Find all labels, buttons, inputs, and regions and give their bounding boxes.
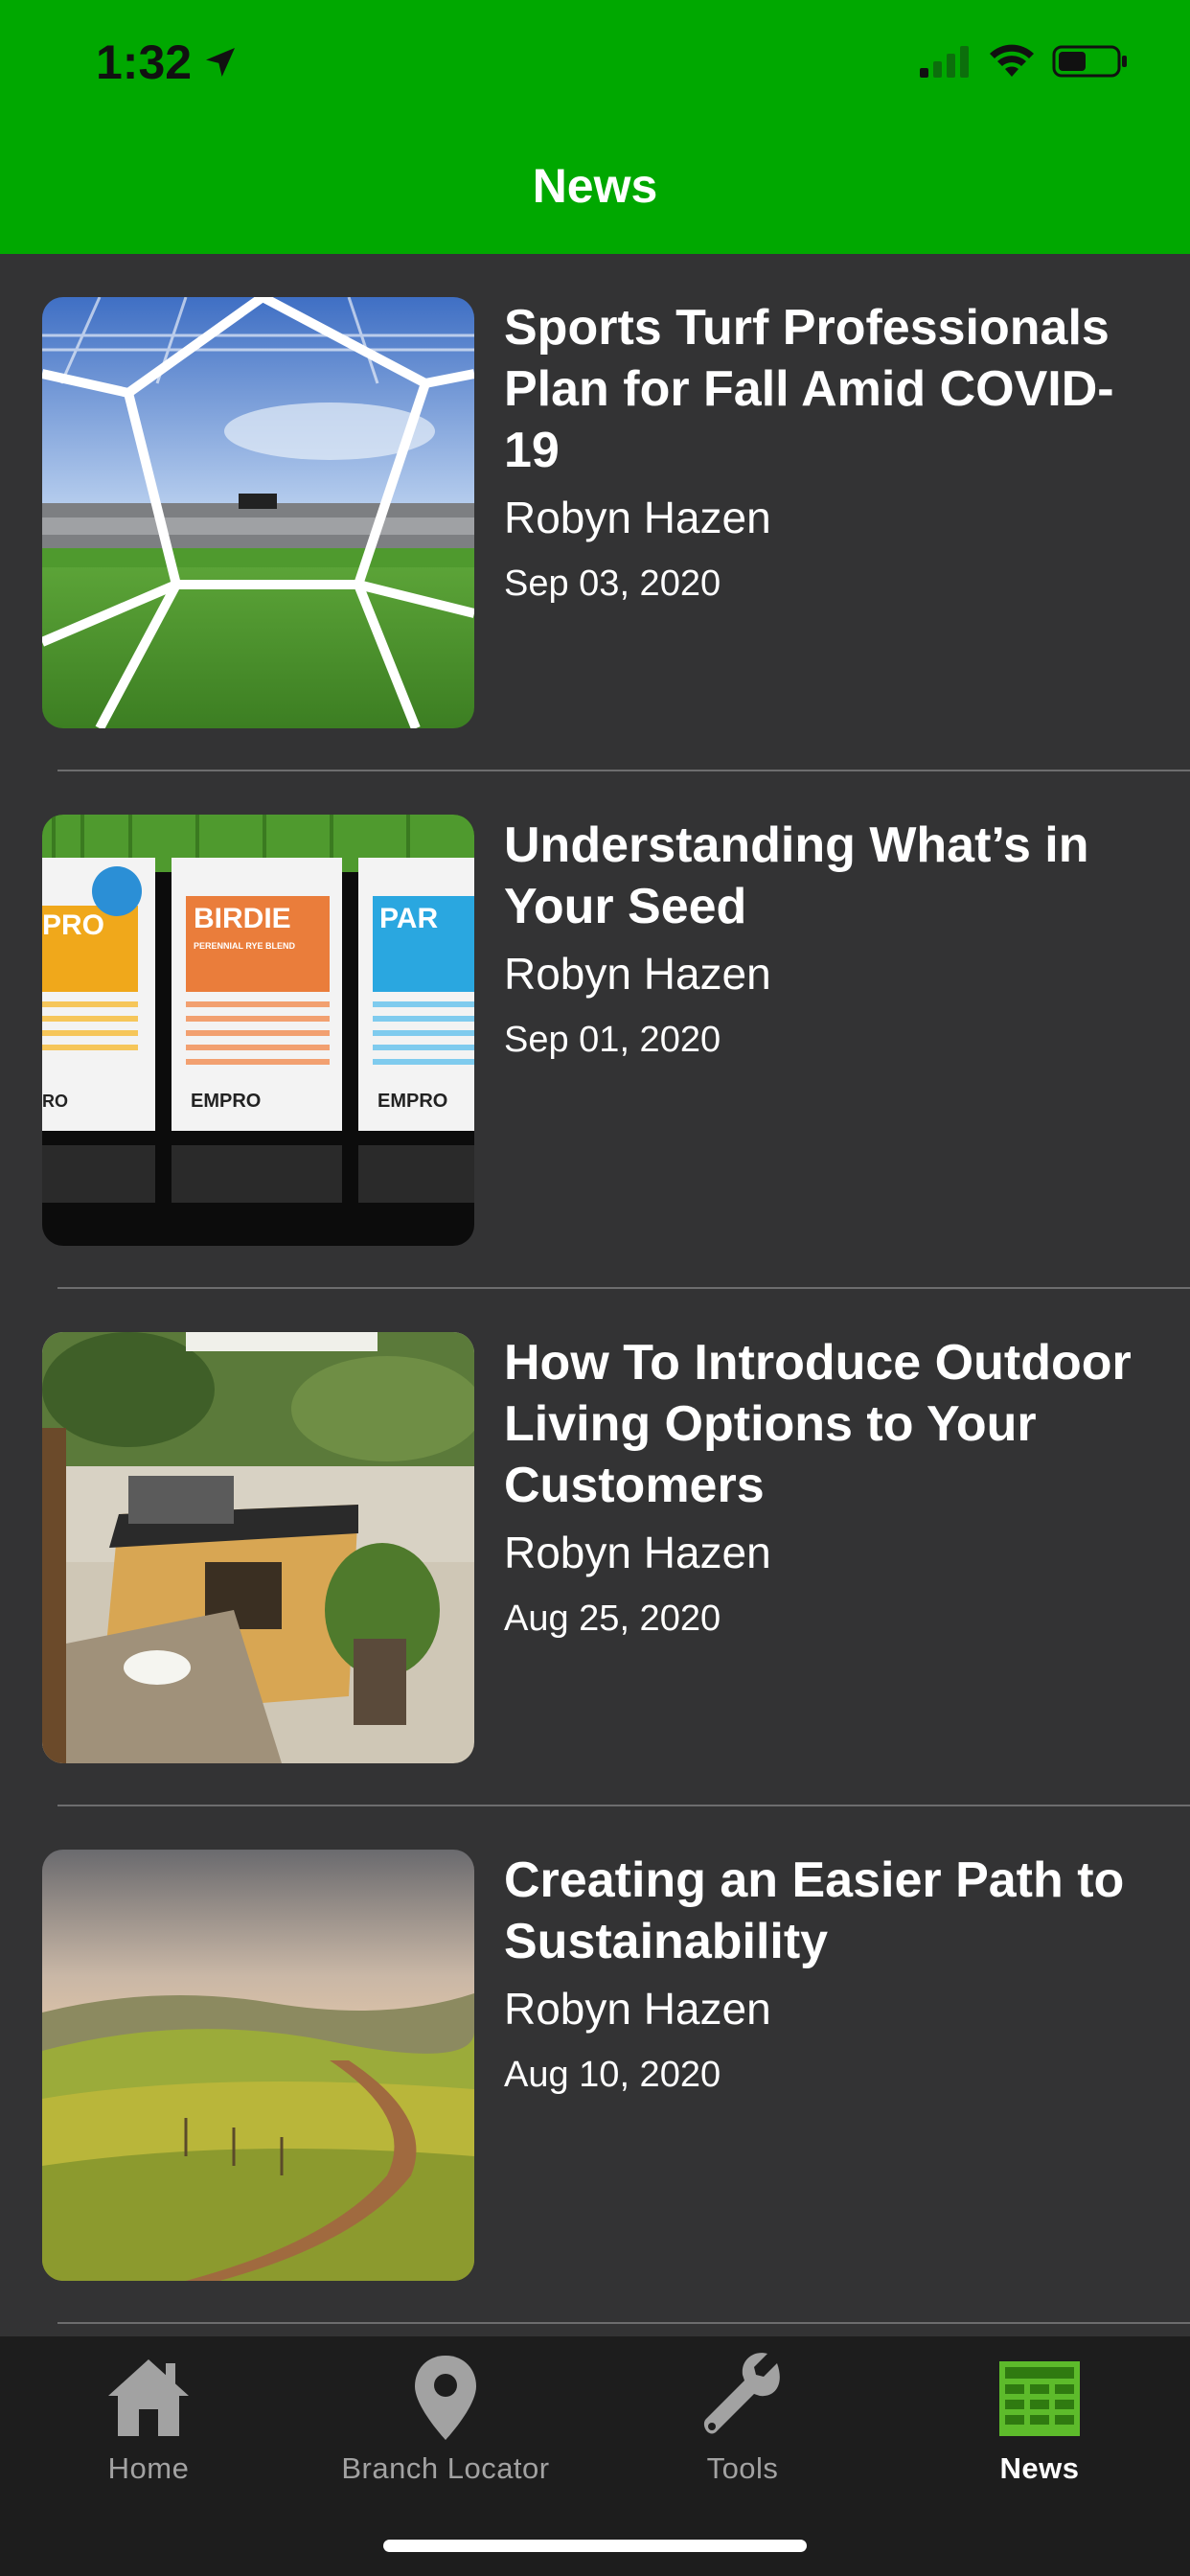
- seed-bags-image: PRO RO BIRDIE PERENNIAL RYE BLEND EMPRO …: [42, 815, 474, 1246]
- tab-news[interactable]: News: [891, 2336, 1188, 2499]
- news-author: Robyn Hazen: [504, 1984, 771, 2034]
- bag-3-brand: EMPRO: [378, 1091, 447, 1112]
- news-item-text: Understanding What’s in Your Seed Robyn …: [504, 815, 1156, 1064]
- tab-label: Home: [107, 2451, 190, 2485]
- cellular-signal-icon: [920, 46, 969, 78]
- news-date: Sep 03, 2020: [504, 564, 721, 604]
- tab-label: Tools: [706, 2451, 779, 2485]
- news-list-item[interactable]: Sports Turf Professionals Plan for Fall …: [0, 254, 1190, 771]
- status-time-text: 1:32: [96, 35, 193, 89]
- bag-3-label: PAR: [379, 903, 438, 934]
- news-title: Sports Turf Professionals Plan for Fall …: [504, 300, 1114, 478]
- tab-branch-locator[interactable]: Branch Locator: [297, 2336, 594, 2499]
- wifi-icon: [990, 44, 1034, 77]
- page-title: News: [532, 159, 658, 213]
- green-hills-path-image: [42, 1850, 474, 2281]
- app-header: 1:32 News: [0, 0, 1190, 254]
- news-list-item[interactable]: Creating an Easier Path to Sustainabilit…: [0, 1806, 1190, 2324]
- news-date: Aug 10, 2020: [504, 2055, 721, 2095]
- news-date: Aug 25, 2020: [504, 1598, 721, 1639]
- status-icons: [920, 44, 1129, 79]
- news-title: Understanding What’s in Your Seed: [504, 817, 1089, 934]
- newspaper-icon: [999, 2361, 1080, 2436]
- bag-2-sublabel: PERENNIAL RYE BLEND: [194, 941, 296, 951]
- tab-tools[interactable]: Tools: [594, 2336, 891, 2499]
- news-author: Robyn Hazen: [504, 949, 771, 999]
- news-date: Sep 01, 2020: [504, 1020, 721, 1060]
- news-author: Robyn Hazen: [504, 493, 771, 542]
- map-pin-icon: [415, 2356, 476, 2440]
- bag-2-brand: EMPRO: [191, 1091, 261, 1112]
- tab-label: News: [999, 2451, 1080, 2485]
- battery-icon: [1052, 45, 1127, 78]
- home-indicator[interactable]: [383, 2540, 807, 2552]
- news-item-text: Creating an Easier Path to Sustainabilit…: [504, 1850, 1156, 2099]
- news-list-item[interactable]: PRO RO BIRDIE PERENNIAL RYE BLEND EMPRO …: [0, 771, 1190, 1289]
- news-title: Creating an Easier Path to Sustainabilit…: [504, 1852, 1125, 1969]
- tab-home[interactable]: Home: [0, 2336, 297, 2499]
- status-time: 1:32: [96, 34, 240, 90]
- home-icon: [108, 2359, 189, 2436]
- location-arrow-icon: [206, 48, 236, 77]
- soccer-goal-stadium-image: [42, 297, 474, 728]
- bag-1-label: PRO: [42, 909, 104, 941]
- news-author: Robyn Hazen: [504, 1528, 771, 1577]
- news-list-item[interactable]: How To Introduce Outdoor Living Options …: [0, 1289, 1190, 1806]
- news-item-text: How To Introduce Outdoor Living Options …: [504, 1332, 1156, 1643]
- news-item-text: Sports Turf Professionals Plan for Fall …: [504, 297, 1156, 608]
- wrench-icon: [703, 2353, 780, 2434]
- divider: [57, 2322, 1190, 2324]
- bag-2-label: BIRDIE: [194, 903, 291, 934]
- tab-label: Branch Locator: [341, 2451, 550, 2485]
- outdoor-kitchen-image: [42, 1332, 474, 1763]
- svg-text:RO: RO: [42, 1092, 68, 1111]
- news-title: How To Introduce Outdoor Living Options …: [504, 1335, 1132, 1513]
